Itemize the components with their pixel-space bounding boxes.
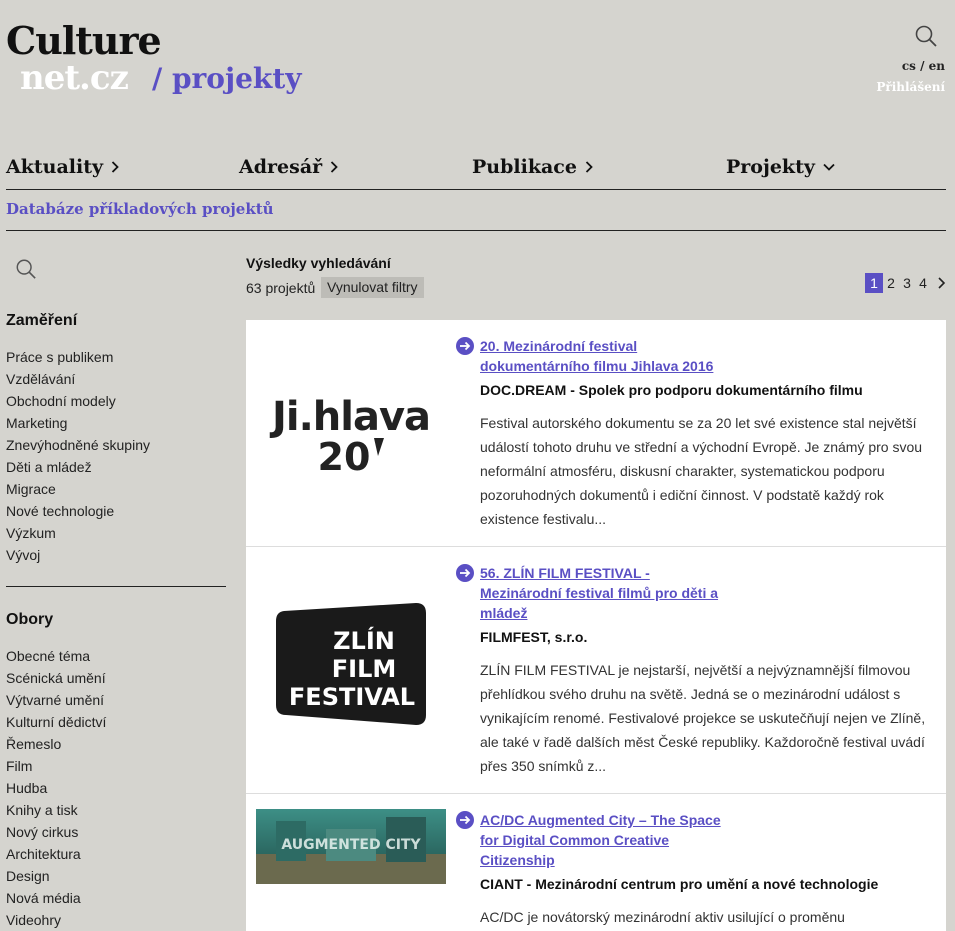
filter-item[interactable]: Řemeslo (6, 733, 106, 755)
subnav-projects-database[interactable]: Databáze příkladových projektů (6, 200, 274, 218)
project-card-body: 20. Mezinárodní festival dokumentárního … (456, 336, 936, 536)
title-line: 56. ZLÍN FILM FESTIVAL - (480, 565, 650, 581)
reset-filters-button[interactable]: Vynulovat filtry (321, 277, 424, 298)
filter-item[interactable]: Kulturní dědictví (6, 711, 106, 733)
project-image-augmented-city[interactable]: AUGMENTED CITY (256, 809, 446, 884)
filter-item[interactable]: Film (6, 755, 106, 777)
logo-text: FILM (332, 655, 397, 683)
language-switch[interactable]: cs / en (902, 59, 945, 73)
project-title-link[interactable]: 56. ZLÍN FILM FESTIVAL - Mezinárodní fes… (480, 563, 740, 623)
project-logo-zlin[interactable]: ZLÍN FILM FESTIVAL (256, 587, 446, 727)
project-logo-jihlava[interactable]: Ji.hlava 20 (256, 360, 446, 500)
project-description: AC/DC je novátorský mezinárodní aktiv us… (480, 909, 845, 925)
filter-item[interactable]: Nové technologie (6, 500, 150, 522)
title-line: Mezinárodní festival filmů pro děti a (480, 585, 719, 601)
nav-label: Projekty (726, 156, 815, 178)
project-title-link[interactable]: AC/DC Augmented City – The Space for Dig… (480, 810, 740, 870)
arrow-right-circle-icon (456, 564, 474, 582)
chevron-right-icon[interactable] (935, 276, 949, 290)
filter-heading-fields: Obory (6, 611, 54, 628)
filter-item[interactable]: Děti a mládež (6, 456, 150, 478)
page-link-1[interactable]: 1 (865, 273, 883, 293)
project-card-body: AC/DC Augmented City – The Space for Dig… (456, 810, 936, 931)
arrow-right-circle-icon (456, 337, 474, 355)
sub-nav: Databáze příkladových projektů (6, 190, 946, 231)
project-card-body: 56. ZLÍN FILM FESTIVAL - Mezinárodní fes… (456, 563, 936, 788)
results-list: Ji.hlava 20 20. Mezinárodní festival dok… (246, 320, 946, 931)
filter-item[interactable]: Videohry (6, 909, 106, 931)
filter-item[interactable]: Nová média (6, 887, 106, 909)
main-nav: Aktuality Adresář Publikace Projekty (6, 156, 946, 190)
title-line: 20. Mezinárodní festival (480, 338, 638, 354)
project-description: ZLÍN FILM FESTIVAL je nejstarší, největš… (480, 662, 926, 774)
logo-text: ZLÍN (333, 626, 395, 655)
filter-item[interactable]: Práce s publikem (6, 346, 150, 368)
logo-net: net.cz (20, 58, 129, 98)
filter-list-fields: Obecné téma Scénická umění Výtvarné uměn… (6, 645, 106, 931)
project-organization: CIANT - Mezinárodní centrum pro umění a … (480, 876, 879, 892)
logo-text: 20 (318, 435, 371, 479)
login-link[interactable]: Přihlášení (876, 80, 945, 94)
chevron-down-icon (823, 163, 835, 171)
filter-item[interactable]: Migrace (6, 478, 150, 500)
filter-item[interactable]: Výtvarné umění (6, 689, 106, 711)
nav-publikace[interactable]: Publikace (472, 156, 593, 178)
filter-item[interactable]: Hudba (6, 777, 106, 799)
logo-text: AUGMENTED CITY (281, 837, 421, 853)
title-line: mládež (480, 605, 528, 621)
filter-item[interactable]: Obchodní modely (6, 390, 150, 412)
logo-section[interactable]: / projekty (152, 62, 302, 95)
title-line: AC/DC Augmented City – The Space (480, 812, 721, 828)
project-organization: DOC.DREAM - Spolek pro podporu dokumentá… (480, 382, 863, 398)
project-organization: FILMFEST, s.r.o. (480, 629, 588, 645)
project-card: Ji.hlava 20 20. Mezinárodní festival dok… (246, 320, 946, 547)
results-title: Výsledky vyhledávání (246, 255, 391, 271)
nav-projekty[interactable]: Projekty (726, 156, 835, 178)
nav-label: Publikace (472, 156, 577, 178)
filter-item[interactable]: Obecné téma (6, 645, 106, 667)
project-description: Festival autorského dokumentu se za 20 l… (480, 415, 923, 527)
filter-heading-focus: Zaměření (6, 312, 78, 329)
filter-item[interactable]: Výzkum (6, 522, 150, 544)
logo-text: FESTIVAL (289, 683, 415, 711)
filter-search-icon[interactable] (15, 258, 37, 280)
filter-list-focus: Práce s publikem Vzdělávání Obchodní mod… (6, 346, 150, 566)
filter-item[interactable]: Architektura (6, 843, 106, 865)
project-title-link[interactable]: 20. Mezinárodní festival dokumentárního … (480, 336, 740, 376)
project-card: AUGMENTED CITY AC/DC Augmented City – Th… (246, 794, 946, 931)
filter-item[interactable]: Knihy a tisk (6, 799, 106, 821)
nav-adresar[interactable]: Adresář (239, 156, 338, 178)
logo-culture: Culture (6, 18, 162, 63)
results-count: 63 projektů (246, 280, 316, 296)
chevron-right-icon (331, 161, 338, 173)
arrow-right-circle-icon (456, 811, 474, 829)
nav-label: Aktuality (6, 156, 104, 178)
title-line: Citizenship (480, 852, 555, 868)
logo-text: Ji.hlava (269, 394, 430, 440)
filter-item[interactable]: Marketing (6, 412, 150, 434)
filter-item[interactable]: Nový cirkus (6, 821, 106, 843)
filter-item[interactable]: Design (6, 865, 106, 887)
page-link-4[interactable]: 4 (915, 273, 931, 293)
nav-aktuality[interactable]: Aktuality (6, 156, 119, 178)
filter-item[interactable]: Vývoj (6, 544, 150, 566)
filter-item[interactable]: Scénická umění (6, 667, 106, 689)
project-card: ZLÍN FILM FESTIVAL 56. ZLÍN FILM FESTIVA… (246, 547, 946, 794)
pagination: 1 2 3 4 (865, 273, 949, 293)
filter-item[interactable]: Znevýhodněné skupiny (6, 434, 150, 456)
title-line: dokumentárního filmu Jihlava 2016 (480, 358, 714, 374)
chevron-right-icon (585, 161, 593, 173)
sidebar-divider (6, 586, 226, 587)
chevron-right-icon (111, 161, 119, 173)
page-link-3[interactable]: 3 (899, 273, 915, 293)
page-link-2[interactable]: 2 (883, 273, 899, 293)
title-line: for Digital Common Creative (480, 832, 670, 848)
search-icon[interactable] (914, 24, 938, 48)
nav-label: Adresář (239, 156, 323, 178)
filter-item[interactable]: Vzdělávání (6, 368, 150, 390)
